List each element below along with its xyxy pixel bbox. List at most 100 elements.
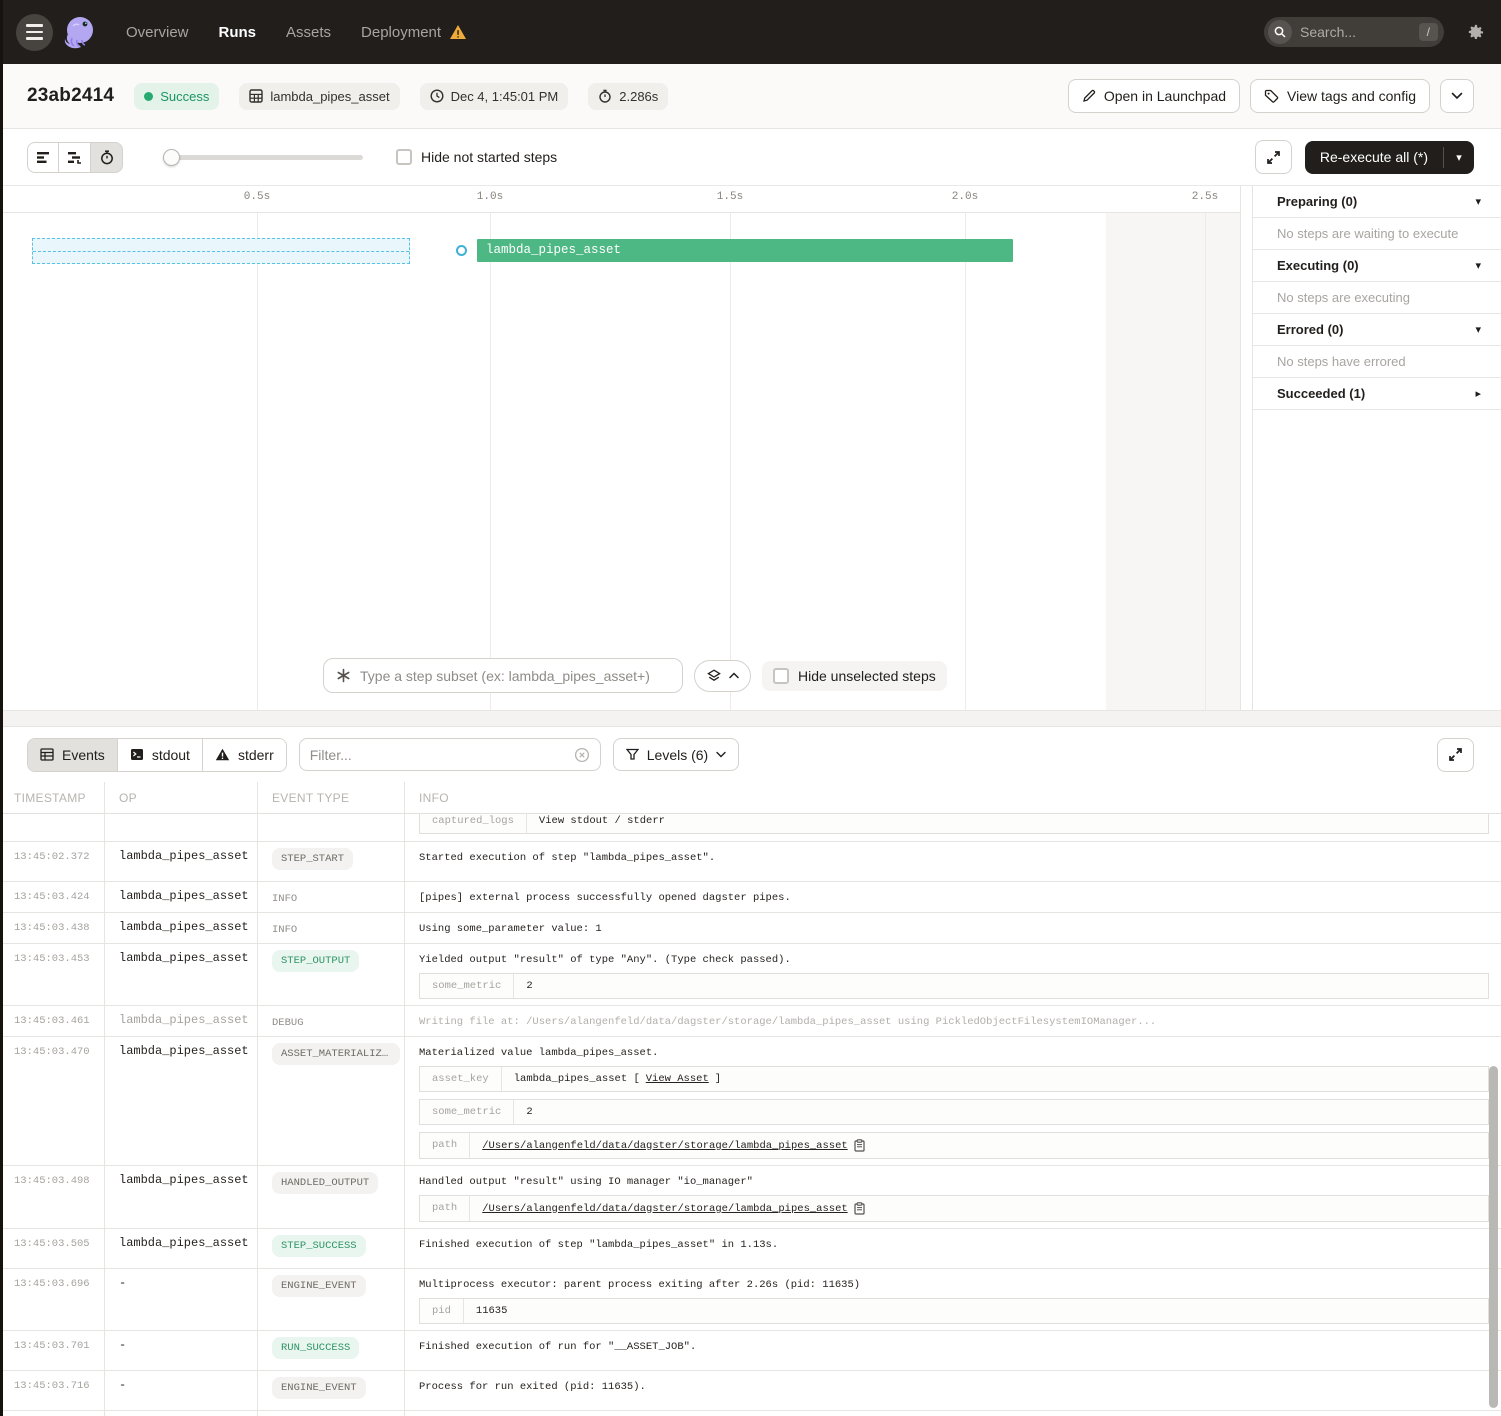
log-toolbar: Events stdout stderr (0, 727, 1501, 782)
table-row[interactable]: 13:45:03.424lambda_pipes_assetINFO[pipes… (0, 882, 1501, 913)
table-row[interactable]: 13:45:02.372lambda_pipes_assetSTEP_START… (0, 842, 1501, 882)
table-row[interactable]: 13:45:03.701-RUN_SUCCESSFinished executi… (0, 1331, 1501, 1371)
search-placeholder: Search... (1300, 24, 1411, 40)
sidebar-section-errored[interactable]: Errored (0) ▾ (1253, 314, 1501, 346)
nav-assets[interactable]: Assets (286, 24, 331, 41)
view-asset-link[interactable]: View Asset (646, 1073, 709, 1085)
log-fullscreen-button[interactable] (1437, 738, 1474, 772)
table-row[interactable]: 13:45:03.438lambda_pipes_assetINFOUsing … (0, 913, 1501, 944)
stopwatch-icon (598, 89, 612, 103)
dagster-logo[interactable] (60, 12, 100, 52)
event-message: Multiprocess executor: parent process ex… (419, 1279, 1489, 1291)
event-type-cell: STEP_OUTPUT (258, 944, 405, 1005)
clock-icon (430, 89, 444, 103)
step-subset-input[interactable] (360, 668, 670, 684)
sidebar-section-preparing[interactable]: Preparing (0) ▾ (1253, 186, 1501, 218)
fullscreen-icon (1448, 747, 1463, 762)
table-icon (40, 748, 54, 761)
graph-query-toggle-button[interactable] (694, 660, 751, 692)
event-info-cell: Materialized value lambda_pipes_asset.as… (405, 1037, 1501, 1165)
sidebar-section-succeeded[interactable]: Succeeded (1) ▸ (1253, 378, 1501, 410)
log-tabs: Events stdout stderr (27, 738, 287, 772)
job-tag-chip[interactable]: lambda_pipes_asset (239, 83, 399, 110)
gantt-fullscreen-button[interactable] (1255, 140, 1292, 174)
sidebar-section-executing[interactable]: Executing (0) ▾ (1253, 250, 1501, 282)
copy-icon[interactable] (854, 1202, 865, 1215)
view-tags-config-button[interactable]: View tags and config (1250, 79, 1430, 113)
nav-overview[interactable]: Overview (126, 24, 189, 41)
gantt-step-bar[interactable]: lambda_pipes_asset (477, 239, 1013, 262)
event-type-badge: STEP_START (272, 848, 353, 870)
table-row[interactable]: 13:45:03.716-ENGINE_EVENTProcess for run… (0, 1371, 1501, 1411)
step-subset-inputbox[interactable] (323, 658, 683, 693)
col-info: INFO (405, 782, 1501, 813)
panel-splitter[interactable] (0, 710, 1501, 727)
waterfall-view-button[interactable] (59, 142, 91, 173)
table-row[interactable]: 13:45:03.461lambda_pipes_assetDEBUGWriti… (0, 1006, 1501, 1037)
slider-handle[interactable] (163, 149, 180, 166)
event-type-cell: RUN_SUCCESS (258, 1331, 405, 1370)
tab-stderr[interactable]: stderr (203, 739, 286, 771)
table-row[interactable]: 13:45:03.470lambda_pipes_assetASSET_MATE… (0, 1037, 1501, 1166)
table-row[interactable]: 13:45:03.696-ENGINE_EVENTMultiprocess ex… (0, 1269, 1501, 1331)
search-icon (1268, 20, 1292, 44)
nav-runs[interactable]: Runs (219, 24, 257, 41)
copy-icon[interactable] (854, 1139, 865, 1152)
tick-label: 2.0s (952, 191, 978, 203)
event-op: - (105, 1371, 258, 1410)
nav-deployment[interactable]: Deployment (361, 24, 467, 41)
metadata-key: some_metric (420, 1100, 514, 1124)
metadata-key: asset_key (420, 1067, 502, 1091)
clear-filter-icon[interactable] (574, 747, 590, 763)
log-filter-box[interactable] (299, 738, 601, 771)
event-message: Yielded output "result" of type "Any". (… (419, 954, 1489, 966)
event-level-label: INFO (272, 890, 297, 905)
log-filter-input[interactable] (310, 747, 566, 763)
timer-icon (100, 150, 114, 165)
hide-unselected-checkbox[interactable] (773, 668, 789, 684)
event-message: Using some_parameter value: 1 (419, 923, 1489, 935)
gantt-chart[interactable]: 0.5s 1.0s 1.5s 2.0s 2.5s lambda_pipes_as… (0, 186, 1253, 710)
event-timestamp: 13:45:03.716 (0, 1371, 105, 1410)
flat-view-button[interactable] (27, 142, 59, 173)
levels-filter-button[interactable]: Levels (6) (613, 738, 739, 771)
hide-not-started-checkbox[interactable] (396, 149, 412, 165)
run-header: 23ab2414 Success lambda_pipes_asset Dec … (0, 64, 1501, 129)
metadata-text: lambda_pipes_asset [ (514, 1073, 640, 1085)
reexecute-all-button[interactable]: Re-execute all (*) (1305, 141, 1443, 174)
metadata-entry: path/Users/alangenfeld/data/dagster/stor… (419, 1132, 1489, 1159)
status-badge[interactable]: Success (134, 83, 219, 110)
tab-events[interactable]: Events (28, 739, 118, 771)
sidebar-message: No steps have errored (1253, 346, 1501, 378)
metadata-entry: captured_logsView stdout / stderr (419, 814, 1489, 834)
event-type-badge: RUN_SUCCESS (272, 1337, 359, 1359)
hide-unselected-toggle[interactable]: Hide unselected steps (762, 661, 947, 691)
table-row[interactable]: 13:45:03.498lambda_pipes_assetHANDLED_OU… (0, 1166, 1501, 1229)
event-op: - (105, 1331, 258, 1370)
run-actions-dropdown-button[interactable] (1440, 79, 1474, 113)
pencil-icon (1082, 89, 1096, 103)
gantt-section: 0.5s 1.0s 1.5s 2.0s 2.5s lambda_pipes_as… (0, 186, 1501, 710)
settings-button[interactable] (1466, 23, 1485, 42)
search-input[interactable]: Search... / (1264, 17, 1444, 47)
hide-not-started-toggle[interactable]: Hide not started steps (396, 149, 557, 165)
caret-down-icon: ▾ (1475, 259, 1481, 272)
duration-chip[interactable]: 2.286s (588, 83, 668, 110)
table-row[interactable]: captured_logsView stdout / stderr (0, 814, 1501, 842)
window-edge (0, 0, 3, 1416)
col-timestamp: TIMESTAMP (0, 782, 105, 813)
table-row[interactable]: 13:45:03.453lambda_pipes_assetSTEP_OUTPU… (0, 944, 1501, 1006)
gantt-zoom-slider[interactable] (163, 149, 363, 165)
table-scrollbar-thumb[interactable] (1489, 1066, 1498, 1408)
start-time-chip[interactable]: Dec 4, 1:45:01 PM (420, 83, 569, 110)
table-row[interactable]: 13:45:03.505lambda_pipes_assetSTEP_SUCCE… (0, 1229, 1501, 1269)
metadata-path-link[interactable]: /Users/alangenfeld/data/dagster/storage/… (482, 1203, 847, 1215)
open-in-launchpad-button[interactable]: Open in Launchpad (1068, 79, 1240, 113)
event-timestamp: 13:45:03.696 (0, 1269, 105, 1330)
event-info-cell: Finished execution of run for "__ASSET_J… (405, 1331, 1501, 1370)
tab-stdout[interactable]: stdout (118, 739, 203, 771)
reexecute-options-button[interactable]: ▾ (1444, 141, 1474, 174)
timed-view-button[interactable] (91, 142, 123, 173)
metadata-path-link[interactable]: /Users/alangenfeld/data/dagster/storage/… (482, 1140, 847, 1152)
hamburger-menu-button[interactable] (16, 14, 53, 51)
